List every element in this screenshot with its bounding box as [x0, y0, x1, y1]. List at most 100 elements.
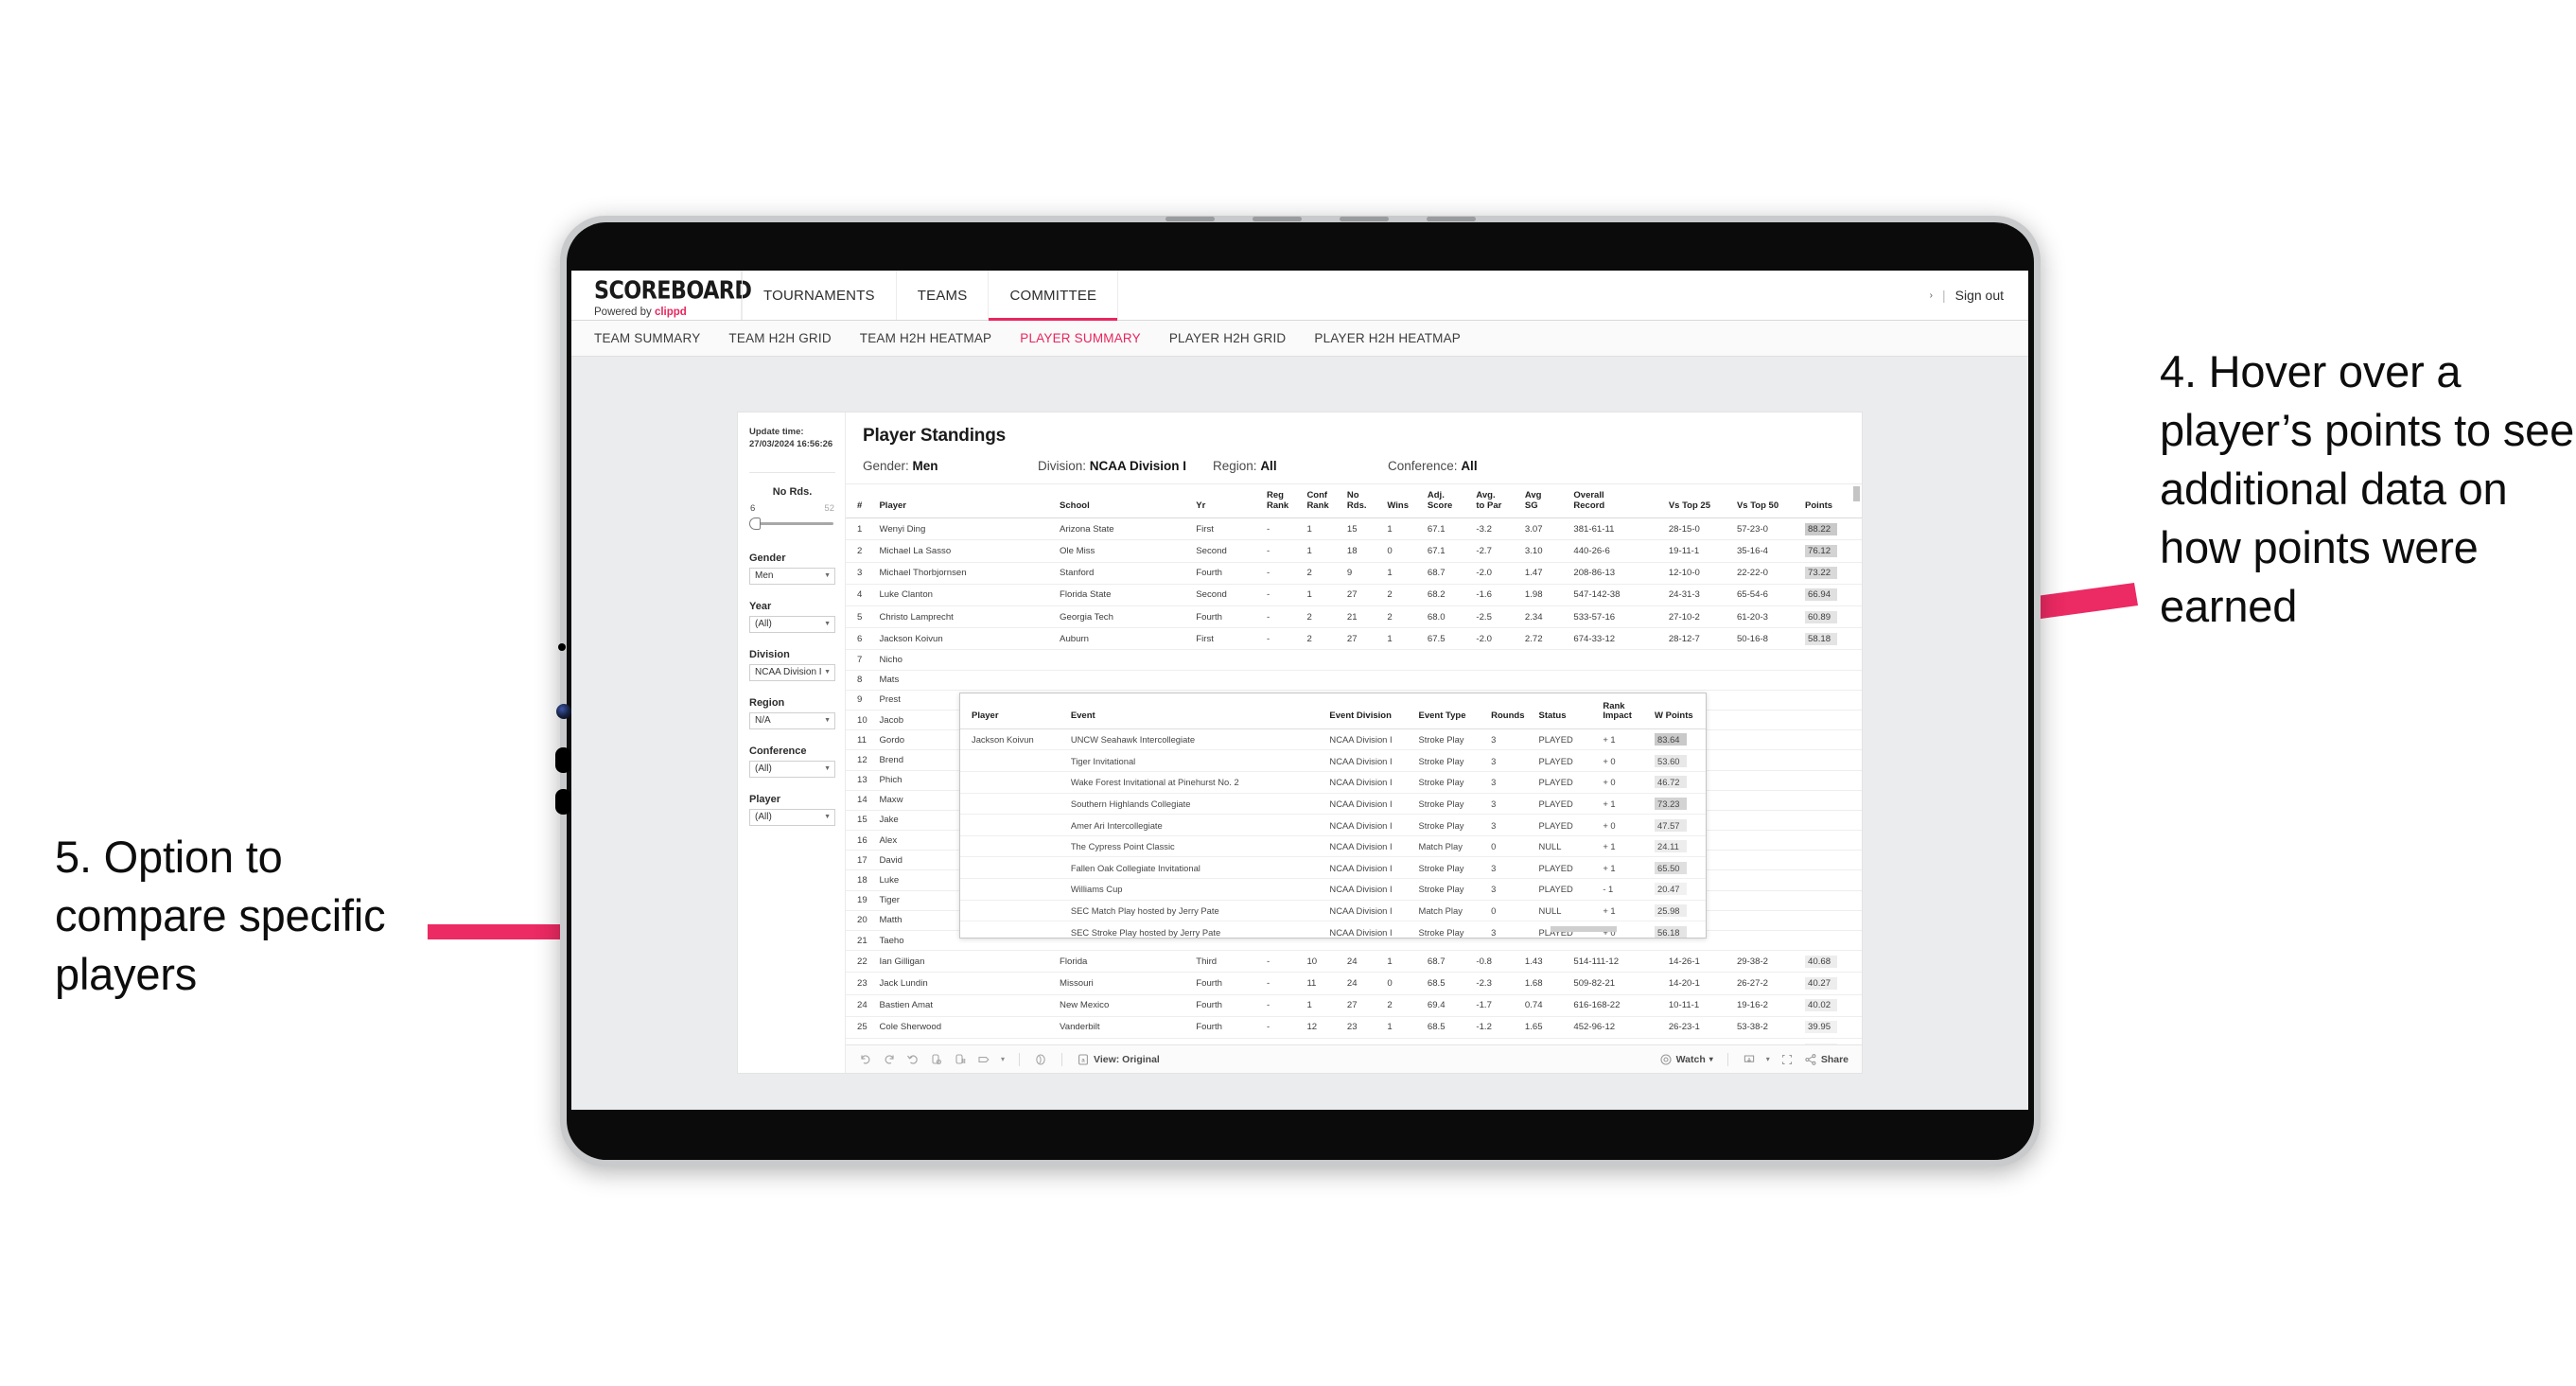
points-value: 39.95	[1805, 1021, 1838, 1034]
standings-row[interactable]: 22 Ian Gilligan Florida Third -10 24 1 68.7 -0.8…	[846, 950, 1862, 974]
tooltip-row: Amer Ari Intercollegiate NCAA Division IS…	[960, 814, 1706, 836]
col-school[interactable]: School	[1058, 484, 1195, 519]
col-wins[interactable]: Wins	[1385, 484, 1426, 519]
tt-col-w-points: W Points	[1652, 693, 1706, 729]
dashboard-canvas: Update time: 27/03/2024 16:56:26 No Rds.…	[571, 357, 2028, 1110]
cell-school: Washington	[1058, 1038, 1195, 1044]
cell-rank: 22	[846, 950, 878, 974]
standings-vertical-scrollbar[interactable]	[1853, 486, 1860, 1024]
tt-cell-impact: + 0	[1600, 771, 1653, 794]
standings-row[interactable]: 25 Cole Sherwood Vanderbilt Fourth -12 23 1 68.…	[846, 1016, 1862, 1039]
cell-avg-sg: 1.43	[1522, 950, 1572, 974]
cell-vs-top-50	[1734, 869, 1804, 891]
sign-out-button[interactable]: Sign out	[1955, 288, 2004, 303]
standings-row[interactable]: 3 Michael Thorbjornsen Stanford Fourth -2 9 1 6…	[846, 562, 1862, 585]
cell-conf-rank: 1	[1305, 994, 1345, 1017]
col-no-rds[interactable]: No Rds.	[1344, 484, 1386, 519]
tt-cell-impact: + 1	[1600, 793, 1653, 816]
cell-wins: 0	[1385, 972, 1426, 995]
tt-cell-status: PLAYED	[1535, 856, 1601, 880]
col-adj-score[interactable]: Adj. Score	[1425, 484, 1475, 519]
standings-row[interactable]: 23 Jack Lundin Missouri Fourth -11 24 0 68.5 -2.…	[846, 972, 1862, 995]
nav-item-teams[interactable]: TEAMS	[897, 271, 990, 320]
filter-year-select[interactable]: (All) ▼	[749, 615, 835, 633]
tab-team-h2h-heatmap[interactable]: TEAM H2H HEATMAP	[860, 331, 991, 345]
cell-points[interactable]: 39.49	[1803, 1038, 1862, 1044]
view-original-button[interactable]: a View: Original	[1077, 1053, 1160, 1066]
tablet-volume-down-button[interactable]	[555, 789, 571, 815]
standings-row[interactable]: 1 Wenyi Ding Arizona State First -1 15 1 67.1 -3…	[846, 518, 1862, 541]
refresh-data-icon[interactable]	[930, 1053, 943, 1066]
pause-auto-updates-icon[interactable]	[954, 1053, 967, 1066]
cell-yr: Fourth	[1194, 605, 1265, 629]
tablet-volume-up-button[interactable]	[555, 747, 571, 773]
cell-overall-record	[1571, 649, 1667, 671]
col-overall-record[interactable]: Overall Record	[1571, 484, 1667, 519]
filter-conference-select[interactable]: (All) ▼	[749, 760, 835, 778]
filter-gender-select[interactable]: Men ▼	[749, 567, 835, 585]
filter-conference-value: (All)	[755, 763, 772, 775]
filter-region-select[interactable]: N/A ▼	[749, 711, 835, 729]
standings-row[interactable]: 4 Luke Clanton Florida State Second -1 27 2 68.…	[846, 584, 1862, 607]
col-player[interactable]: Player	[877, 484, 1059, 519]
tab-player-h2h-heatmap[interactable]: PLAYER H2H HEATMAP	[1314, 331, 1461, 345]
col-vs-top-25[interactable]: Vs Top 25	[1666, 484, 1735, 519]
download-caret-icon[interactable]: ▾	[1766, 1055, 1770, 1063]
cell-reg-rank: -	[1264, 605, 1306, 629]
standings-row[interactable]: 5 Christo Lamprecht Georgia Tech Fourth -2 21…	[846, 605, 1862, 629]
standings-row[interactable]: 7 Nicho	[846, 649, 1862, 671]
col-yr[interactable]: Yr	[1194, 484, 1265, 519]
revert-icon[interactable]	[906, 1053, 920, 1066]
view-tag-caret-icon[interactable]: ▾	[1001, 1055, 1005, 1063]
filter-player-select[interactable]: (All) ▼	[749, 808, 835, 826]
tt-cell-event: Wake Forest Invitational at Pinehurst No…	[1067, 771, 1327, 794]
account-chevron-icon[interactable]: ›	[1930, 290, 1933, 301]
filter-division-select[interactable]: NCAA Division I ▼	[749, 663, 835, 681]
no-rounds-slider[interactable]	[749, 517, 835, 530]
redo-icon[interactable]	[883, 1053, 896, 1066]
brand-logo[interactable]: SCOREBOARD Powered by clippd	[571, 271, 752, 320]
standings-row[interactable]: 2 Michael La Sasso Ole Miss Second -1 18 0 67.1…	[846, 539, 1862, 563]
cell-rank: 4	[846, 584, 878, 607]
watch-button[interactable]: Watch ▾	[1659, 1053, 1713, 1066]
data-guide-icon[interactable]	[1034, 1053, 1047, 1066]
cell-rank: 2	[846, 539, 878, 563]
tab-team-summary[interactable]: TEAM SUMMARY	[594, 331, 700, 345]
cell-no-rds: 23	[1344, 1016, 1386, 1039]
undo-icon[interactable]	[859, 1053, 872, 1066]
tablet-speaker-grille	[1165, 216, 1478, 222]
cell-rank: 7	[846, 649, 878, 671]
cell-rank: 24	[846, 994, 878, 1017]
cell-school	[1058, 649, 1195, 671]
standings-row[interactable]: 6 Jackson Koivun Auburn First -2 27 1 67.5 -2.0 2…	[846, 627, 1862, 651]
tt-col-event-type: Event Type	[1415, 693, 1489, 729]
cell-rank: 6	[846, 627, 878, 651]
col-avg-to-par[interactable]: Avg. to Par	[1474, 484, 1523, 519]
download-icon[interactable]	[1743, 1053, 1756, 1066]
cell-rank: 18	[846, 869, 878, 891]
tab-player-summary[interactable]: PLAYER SUMMARY	[1020, 331, 1141, 345]
nav-item-committee[interactable]: COMMITTEE	[989, 271, 1119, 321]
slider-handle[interactable]	[749, 517, 761, 530]
nav-item-tournaments[interactable]: TOURNAMENTS	[742, 271, 897, 320]
standings-row[interactable]: 24 Bastien Amat New Mexico Fourth -1 27 2 69.4-…	[846, 994, 1862, 1017]
standings-row[interactable]: 8 Mats	[846, 670, 1862, 691]
tab-team-h2h-grid[interactable]: TEAM H2H GRID	[728, 331, 831, 345]
share-button[interactable]: Share	[1804, 1053, 1849, 1066]
tooltip-horizontal-scrollbar[interactable]	[972, 926, 1694, 932]
view-tag-icon[interactable]	[977, 1053, 990, 1066]
col-vs-top-50[interactable]: Vs Top 50	[1734, 484, 1804, 519]
col-reg-rank[interactable]: Reg Rank	[1264, 484, 1306, 519]
col-rank[interactable]: #	[846, 484, 878, 519]
col-conf-rank[interactable]: Conf Rank	[1305, 484, 1345, 519]
col-avg-sg[interactable]: Avg SG	[1522, 484, 1572, 519]
tooltip-table-body: Jackson Koivun UNCW Seahawk Intercollegia…	[960, 728, 1706, 938]
standings-row[interactable]: 26Petr HrubyWashingtonFifth-723068.6-1.8…	[846, 1038, 1862, 1044]
filter-conference: Conference (All) ▼	[749, 746, 835, 778]
tab-player-h2h-grid[interactable]: PLAYER H2H GRID	[1169, 331, 1287, 345]
cell-no-rds: 23	[1344, 1038, 1386, 1044]
fullscreen-icon[interactable]	[1780, 1053, 1794, 1066]
cell-vs-top-50: 61-20-3	[1734, 605, 1804, 629]
filter-player-value: (All)	[755, 812, 772, 823]
filter-year-value: (All)	[755, 619, 772, 630]
